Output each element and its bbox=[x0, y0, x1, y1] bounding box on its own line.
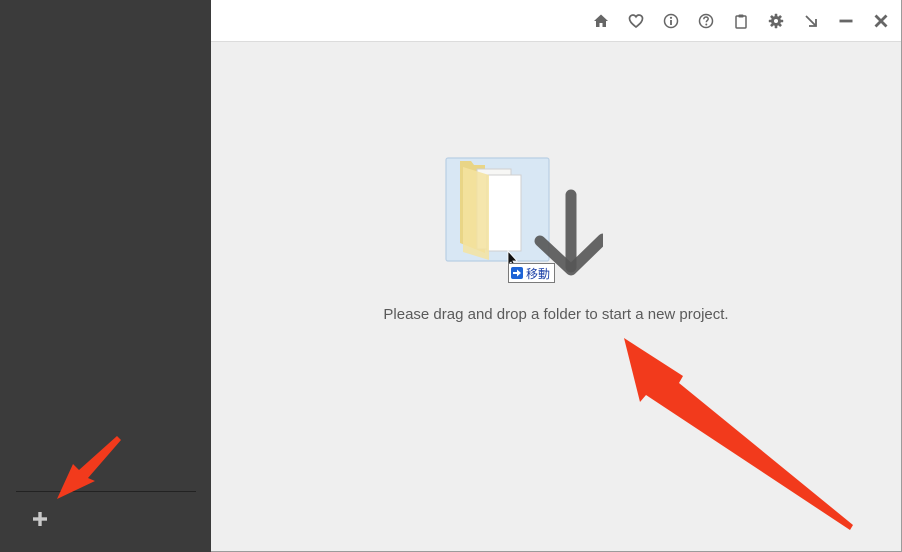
info-button[interactable] bbox=[660, 10, 682, 32]
collapse-arrow-icon bbox=[805, 15, 817, 27]
main-panel: 移動 Please drag and drop a folder to star… bbox=[211, 0, 902, 552]
drop-message: Please drag and drop a folder to start a… bbox=[383, 306, 729, 323]
favorites-button[interactable] bbox=[625, 10, 647, 32]
toolbar bbox=[211, 0, 901, 42]
minimize-icon bbox=[839, 19, 853, 23]
drag-tooltip: 移動 bbox=[508, 263, 556, 283]
home-button[interactable] bbox=[590, 10, 612, 32]
info-icon bbox=[663, 13, 679, 29]
drag-tooltip-label: 移動 bbox=[526, 266, 551, 281]
help-icon bbox=[698, 13, 714, 29]
minimize-button[interactable] bbox=[835, 10, 857, 32]
heart-icon bbox=[628, 14, 644, 29]
sidebar-divider bbox=[16, 491, 196, 492]
settings-button[interactable] bbox=[765, 10, 787, 32]
clipboard-button[interactable] bbox=[730, 10, 752, 32]
folder-drag-icon bbox=[445, 157, 603, 276]
clipboard-icon bbox=[735, 14, 747, 29]
gear-icon bbox=[768, 13, 784, 29]
close-icon bbox=[874, 14, 888, 28]
collapse-button[interactable] bbox=[800, 10, 822, 32]
plus-icon bbox=[33, 512, 47, 526]
sidebar bbox=[0, 0, 211, 552]
home-icon bbox=[594, 14, 608, 27]
close-button[interactable] bbox=[870, 10, 892, 32]
move-arrow-icon bbox=[511, 267, 523, 279]
add-project-button[interactable] bbox=[29, 508, 51, 530]
help-button[interactable] bbox=[695, 10, 717, 32]
